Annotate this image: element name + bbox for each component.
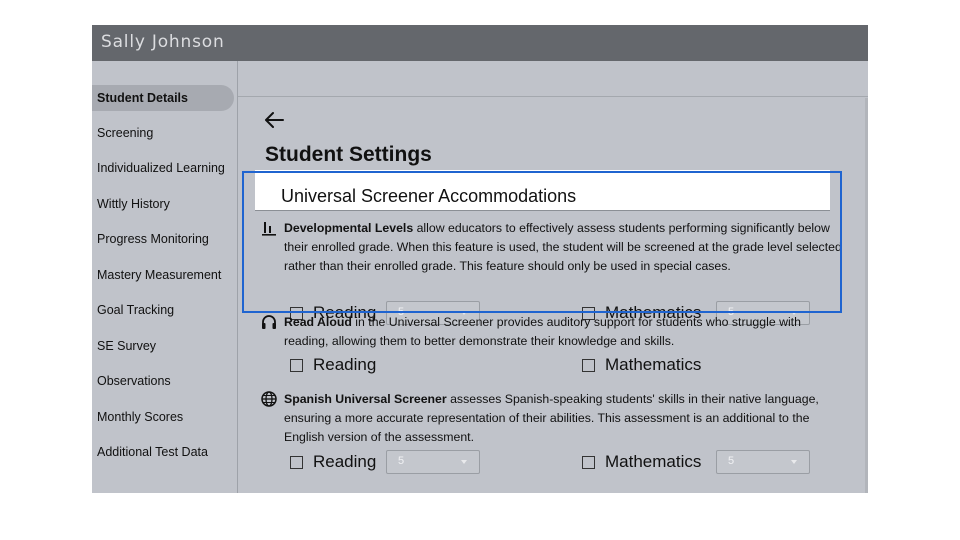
sidebar-item-se-survey[interactable]: SE Survey (92, 333, 234, 359)
spanish-screener-description: Spanish Universal Screener assesses Span… (284, 390, 844, 447)
developmental-levels-name: Developmental Levels (284, 221, 414, 235)
user-name: Sally Johnson (101, 32, 225, 52)
select-value: 5 (728, 455, 735, 467)
spanish-math-checkbox[interactable]: Mathematics (582, 450, 701, 474)
sidebar-item-monthly-scores[interactable]: Monthly Scores (92, 404, 234, 430)
developmental-levels-description: Developmental Levels allow educators to … (284, 219, 844, 276)
spanish-math-grade-select[interactable]: 5 (716, 450, 810, 474)
globe-icon (260, 391, 278, 407)
read-aloud-math-checkbox[interactable]: Mathematics (582, 353, 701, 377)
read-aloud-block: Read Aloud in the Universal Screener pro… (260, 313, 850, 383)
sidebar-item-progress-monitoring[interactable]: Progress Monitoring (92, 226, 234, 252)
read-aloud-text: in the Universal Screener provides audit… (284, 315, 801, 348)
title-bar: Sally Johnson (92, 25, 868, 61)
sidebar-item-additional-test-data[interactable]: Additional Test Data (92, 439, 234, 465)
spanish-screener-name: Spanish Universal Screener (284, 392, 447, 406)
reading-label: Reading (313, 355, 377, 374)
sidebar-item-mastery-measurement[interactable]: Mastery Measurement (92, 262, 234, 288)
content-divider (238, 96, 868, 97)
mathematics-label: Mathematics (605, 355, 702, 374)
app-window: Sally Johnson Student Details Screening … (92, 25, 868, 493)
spanish-reading-checkbox[interactable]: Reading (290, 450, 376, 474)
section-header: Universal Screener Accommodations (255, 170, 830, 211)
select-value: 5 (398, 455, 405, 467)
sidebar-item-individualized-learning[interactable]: Individualized Learning (92, 155, 234, 181)
spanish-screener-block: Spanish Universal Screener assesses Span… (260, 390, 850, 480)
checkbox[interactable] (290, 455, 303, 469)
chevron-down-icon (791, 460, 797, 464)
sidebar-item-student-details[interactable]: Student Details (92, 85, 234, 111)
sidebar-item-wittly-history[interactable]: Wittly History (92, 191, 234, 217)
page-title: Student Settings (265, 143, 432, 166)
arrow-left-icon[interactable] (262, 107, 288, 133)
scrollbar[interactable] (865, 98, 868, 493)
reading-label: Reading (313, 452, 377, 471)
checkbox[interactable] (290, 358, 303, 372)
sidebar-item-goal-tracking[interactable]: Goal Tracking (92, 297, 234, 323)
read-aloud-name: Read Aloud (284, 315, 352, 329)
checkbox[interactable] (582, 358, 595, 372)
sidebar-item-observations[interactable]: Observations (92, 368, 234, 394)
developmental-levels-icon (260, 220, 278, 236)
read-aloud-reading-checkbox[interactable]: Reading (290, 353, 376, 377)
chevron-down-icon (461, 460, 467, 464)
checkbox[interactable] (582, 455, 595, 469)
sidebar: Student Details Screening Individualized… (92, 61, 238, 493)
mathematics-label: Mathematics (605, 452, 702, 471)
developmental-levels-block: Developmental Levels allow educators to … (260, 219, 850, 325)
spanish-reading-grade-select[interactable]: 5 (386, 450, 480, 474)
sidebar-item-screening[interactable]: Screening (92, 120, 234, 146)
headphones-icon (260, 314, 278, 330)
read-aloud-description: Read Aloud in the Universal Screener pro… (284, 313, 844, 351)
section-title: Universal Screener Accommodations (281, 186, 577, 206)
